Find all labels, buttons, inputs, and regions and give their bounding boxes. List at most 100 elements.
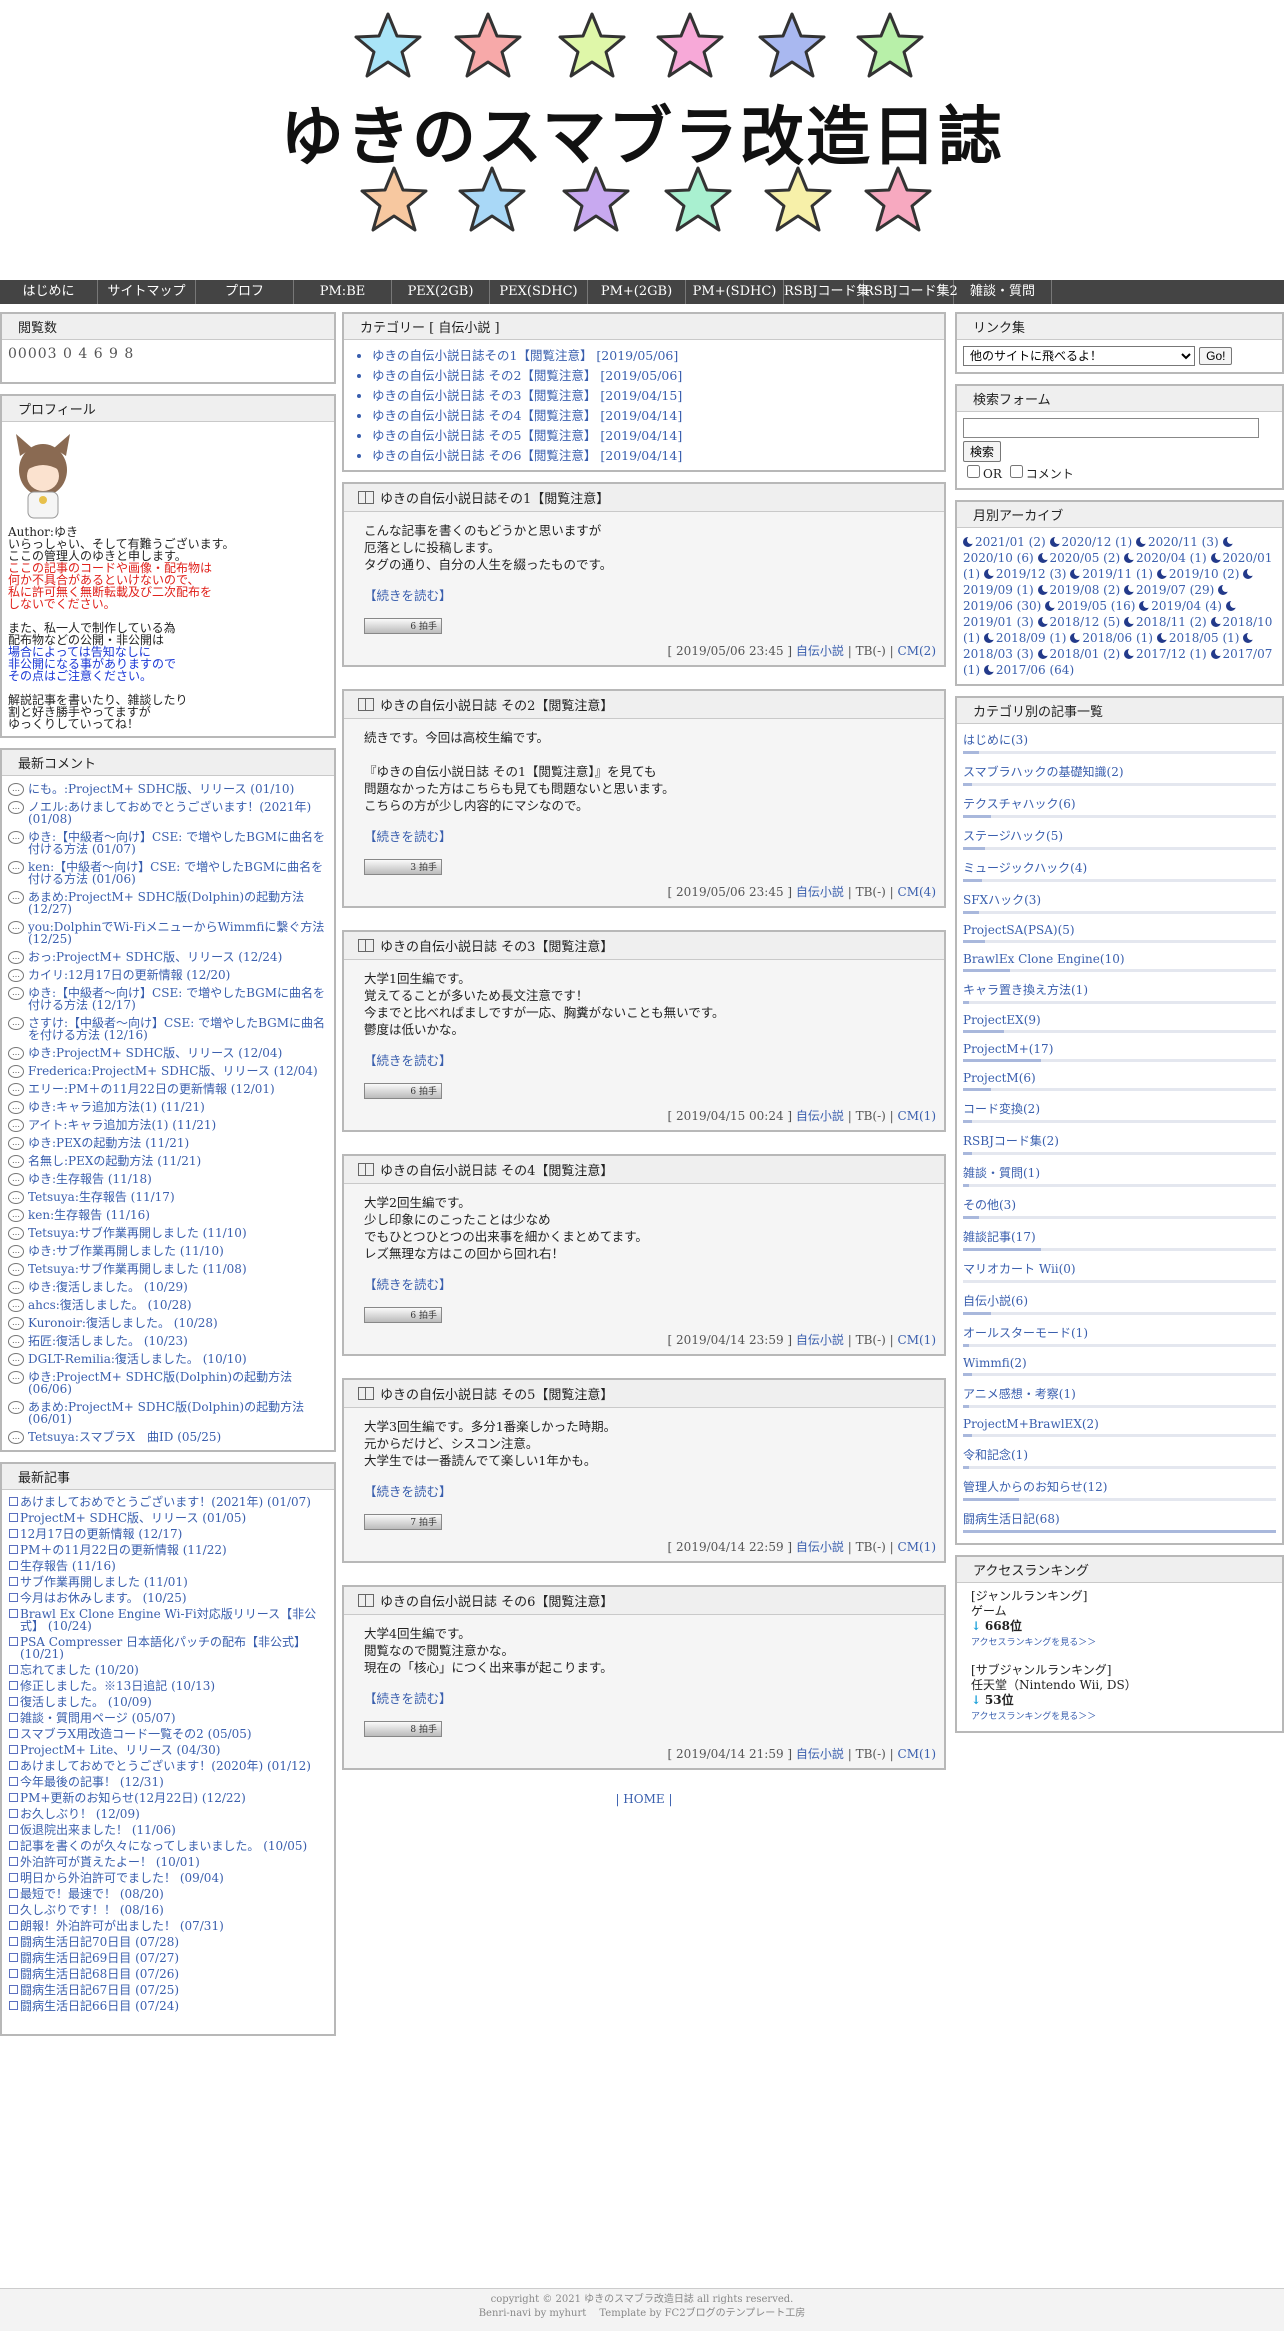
entry-title[interactable]: ゆきの自伝小説日誌その1【閲覧注意】 (344, 484, 944, 512)
clap-button[interactable]: 6 拍手 (364, 1307, 442, 1323)
category-item[interactable]: ProjectSA(PSA)(5) (963, 918, 1276, 947)
entry-category-link[interactable]: 自伝小説 (796, 1333, 844, 1347)
category-item[interactable]: ProjectEX(9) (963, 1008, 1276, 1037)
article-item[interactable]: 記事を書くのが久々になってしまいました。 (10/05) (6, 1838, 330, 1854)
comment-item[interactable]: … ゆき:ProjectM+ SDHC版(Dolphin)の起動方法 (06/06… (6, 1368, 330, 1398)
comment-count-link[interactable]: CM(1) (898, 1747, 936, 1761)
comment-item[interactable]: … ゆき:生存報告 (11/18) (6, 1170, 330, 1188)
clap-button[interactable]: 7 拍手 (364, 1514, 442, 1530)
entry-title[interactable]: ゆきの自伝小説日誌 その4【閲覧注意】 (344, 1156, 944, 1184)
read-more-link[interactable]: 【続きを読む】 (364, 587, 924, 604)
nav-item[interactable]: PM+(SDHC) (686, 280, 784, 304)
article-item[interactable]: あけましておめでとうございます！(2021年) (01/07) (6, 1494, 330, 1510)
article-item[interactable]: お久しぶり！ (12/09) (6, 1806, 330, 1822)
archive-item[interactable]: 2019/07 (29) (1124, 583, 1214, 597)
article-item[interactable]: 最短で！最速で！ (08/20) (6, 1886, 330, 1902)
comment-item[interactable]: … ノエル:あけましておめでとうございます！(2021年) (01/08) (6, 798, 330, 828)
article-item[interactable]: 闘病生活日記67日目 (07/25) (6, 1982, 330, 1998)
entry-title[interactable]: ゆきの自伝小説日誌 その2【閲覧注意】 (344, 691, 944, 719)
comment-item[interactable]: … ゆき:PEXの起動方法 (11/21) (6, 1134, 330, 1152)
article-item[interactable]: 闘病生活日記69日目 (07/27) (6, 1950, 330, 1966)
category-item[interactable]: ミュージックハック(4) (963, 854, 1276, 886)
article-item[interactable]: 今年最後の記事！ (12/31) (6, 1774, 330, 1790)
comment-item[interactable]: … ゆき:【中級者～向け】CSE: で増やしたBGMに曲名を付ける方法 (01/0… (6, 828, 330, 858)
article-item[interactable]: 今月はお休みします。 (10/25) (6, 1590, 330, 1606)
comment-item[interactable]: … さすけ:【中級者～向け】CSE: で増やしたBGMに曲名を付ける方法 (12/… (6, 1014, 330, 1044)
article-item[interactable]: 明日から外泊許可でました！ (09/04) (6, 1870, 330, 1886)
nav-item[interactable]: はじめに (0, 280, 98, 304)
entry-category-link[interactable]: 自伝小説 (796, 644, 844, 658)
article-item[interactable]: 闘病生活日記70日目 (07/28) (6, 1934, 330, 1950)
nav-item[interactable]: 雑談・質問 (954, 280, 1052, 304)
clap-button[interactable]: 6 拍手 (364, 1083, 442, 1099)
entry-category-link[interactable]: 自伝小説 (796, 1109, 844, 1123)
comment-item[interactable]: … ゆき:ProjectM+ SDHC版、リリース (12/04) (6, 1044, 330, 1062)
category-item[interactable]: ステージハック(5) (963, 822, 1276, 854)
archive-item[interactable]: 2018/12 (5) (1037, 615, 1120, 629)
entry-category-link[interactable]: 自伝小説 (796, 1747, 844, 1761)
article-item[interactable]: 復活しました。 (10/09) (6, 1694, 330, 1710)
ranking-link[interactable]: アクセスランキングを見る＞＞ (971, 1712, 1096, 1722)
article-item[interactable]: 闘病生活日記68日目 (07/26) (6, 1966, 330, 1982)
comment-item[interactable]: … Tetsuya:スマブラX 曲ID (05/25) (6, 1428, 330, 1446)
category-item[interactable]: 雑談記事(17) (963, 1223, 1276, 1255)
comment-item[interactable]: … Tetsuya:生存報告 (11/17) (6, 1188, 330, 1206)
entry-category-link[interactable]: 自伝小説 (796, 1540, 844, 1554)
comment-item[interactable]: … Kuronoir:復活しました。 (10/28) (6, 1314, 330, 1332)
archive-item[interactable]: 2018/05 (1) (1156, 631, 1240, 645)
comment-item[interactable]: … あまめ:ProjectM+ SDHC版(Dolphin)の起動方法 (12/2… (6, 888, 330, 918)
archive-item[interactable]: 2019/10 (2) (1156, 567, 1240, 581)
home-link[interactable]: | HOME | (342, 1792, 946, 1806)
article-item[interactable]: 久しぶりです！！ (08/16) (6, 1902, 330, 1918)
category-item[interactable]: 自伝小説(6) (963, 1287, 1276, 1319)
category-item[interactable]: ProjectM+BrawlEX(2) (963, 1412, 1276, 1441)
category-item[interactable]: スマブラハックの基礎知識(2) (963, 758, 1276, 790)
category-item[interactable]: ProjectM(6) (963, 1066, 1276, 1095)
comment-item[interactable]: … エリー:PM＋の11月22日の更新情報 (12/01) (6, 1080, 330, 1098)
category-item[interactable]: テクスチャハック(6) (963, 790, 1276, 822)
nav-item[interactable]: PM+(2GB) (588, 280, 686, 304)
comment-item[interactable]: … ゆき:【中級者～向け】CSE: で増やしたBGMに曲名を付ける方法 (12/1… (6, 984, 330, 1014)
category-entry-link[interactable]: ゆきの自伝小説日誌 その2【閲覧注意】 [2019/05/06] (372, 366, 944, 386)
comment-item[interactable]: … カイリ:12月17日の更新情報 (12/20) (6, 966, 330, 984)
archive-item[interactable]: 2018/11 (2) (1124, 615, 1207, 629)
search-input[interactable] (963, 418, 1259, 438)
comment-item[interactable]: … ゆき:サブ作業再開しました (11/10) (6, 1242, 330, 1260)
article-item[interactable]: PSA Compresser 日本語化パッチの配布【非公式】 (10/21) (6, 1634, 330, 1662)
comment-item[interactable]: … アイト:キャラ追加方法(1) (11/21) (6, 1116, 330, 1134)
comment-checkbox[interactable] (1009, 465, 1023, 478)
article-item[interactable]: 雑談・質問用ページ (05/07) (6, 1710, 330, 1726)
archive-item[interactable]: 2019/05 (16) (1045, 599, 1135, 613)
article-item[interactable]: 闘病生活日記66日目 (07/24) (6, 1998, 330, 2014)
nav-item[interactable]: サイトマップ (98, 280, 196, 304)
category-item[interactable]: ProjectM+(17) (963, 1037, 1276, 1066)
article-item[interactable]: 修正しました。※13日追記 (10/13) (6, 1678, 330, 1694)
nav-item[interactable]: RSBJコード集 (784, 280, 869, 304)
category-item[interactable]: マリオカート Wii(0) (963, 1255, 1276, 1287)
entry-title[interactable]: ゆきの自伝小説日誌 その6【閲覧注意】 (344, 1587, 944, 1615)
comment-count-link[interactable]: CM(4) (898, 885, 936, 899)
category-item[interactable]: キャラ置き換え方法(1) (963, 976, 1276, 1008)
comment-item[interactable]: … Tetsuya:サブ作業再開しました (11/08) (6, 1260, 330, 1278)
article-item[interactable]: サブ作業再開しました (11/01) (6, 1574, 330, 1590)
archive-item[interactable]: 2018/01 (2) (1037, 647, 1120, 661)
category-item[interactable]: 令和記念(1) (963, 1441, 1276, 1473)
archive-item[interactable]: 2018/06 (1) (1070, 631, 1153, 645)
or-checkbox[interactable] (967, 465, 980, 478)
article-item[interactable]: スマブラX用改造コード一覧その2 (05/05) (6, 1726, 330, 1742)
comment-item[interactable]: … Frederica:ProjectM+ SDHC版、リリース (12/04) (6, 1062, 330, 1080)
category-entry-link[interactable]: ゆきの自伝小説日誌 その3【閲覧注意】 [2019/04/15] (372, 386, 944, 406)
search-button[interactable]: 検索 (963, 441, 1002, 462)
comment-item[interactable]: … ken:生存報告 (11/16) (6, 1206, 330, 1224)
category-item[interactable]: アニメ感想・考察(1) (963, 1380, 1276, 1412)
article-item[interactable]: 朗報！外泊許可が出ました！ (07/31) (6, 1918, 330, 1934)
category-item[interactable]: 闘病生活日記(68) (963, 1505, 1276, 1537)
category-item[interactable]: BrawlEx Clone Engine(10) (963, 947, 1276, 976)
archive-item[interactable]: 2020/12 (1) (1049, 535, 1132, 549)
archive-item[interactable]: 2018/09 (1) (983, 631, 1067, 645)
comment-count-link[interactable]: CM(1) (898, 1540, 936, 1554)
comment-item[interactable]: … 拓匠:復活しました。 (10/23) (6, 1332, 330, 1350)
category-item[interactable]: コード変換(2) (963, 1095, 1276, 1127)
article-item[interactable]: 忘れてました (10/20) (6, 1662, 330, 1678)
read-more-link[interactable]: 【続きを読む】 (364, 1276, 924, 1293)
